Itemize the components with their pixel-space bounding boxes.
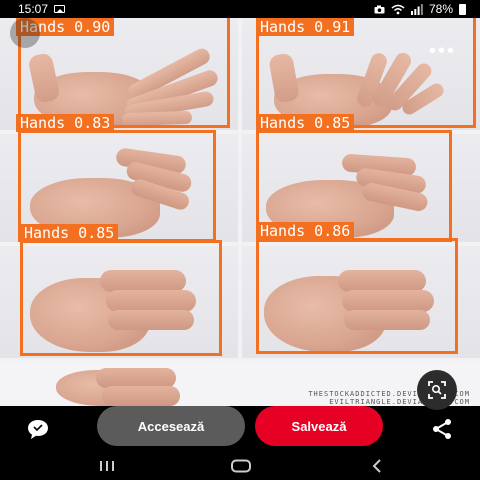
- more-icon[interactable]: •••: [429, 41, 456, 61]
- image-icon: [54, 5, 66, 13]
- signal-icon: [410, 3, 423, 15]
- battery-percent: 78%: [428, 2, 453, 16]
- save-button[interactable]: Salvează: [255, 406, 383, 446]
- visit-button[interactable]: Accesează: [97, 406, 245, 446]
- battery-icon: [459, 3, 466, 15]
- share-icon: [433, 419, 451, 439]
- detection-label: Hands 0.85: [20, 224, 119, 242]
- detection-label: Hands 0.91: [256, 18, 355, 36]
- comment-button[interactable]: [23, 414, 53, 444]
- detection-label: Hands 0.85: [256, 114, 355, 132]
- camera-icon: [374, 5, 385, 13]
- system-nav-bar: [0, 452, 480, 480]
- share-button[interactable]: [427, 414, 457, 444]
- status-time: 15:07: [18, 2, 49, 16]
- visual-search-icon: [428, 381, 446, 399]
- back-button[interactable]: [362, 456, 392, 476]
- detection-label: Hands 0.83: [16, 114, 115, 132]
- detection-box: [20, 240, 222, 356]
- detection-box: [256, 238, 458, 354]
- status-bar: 15:07 78%: [0, 0, 480, 18]
- back-overlay-icon[interactable]: [10, 18, 40, 48]
- recent-apps-button[interactable]: [92, 456, 122, 476]
- wifi-icon: [391, 4, 405, 14]
- image-viewer[interactable]: Hands 0.90 Hands 0.91 Hands 0.83 Hands 0…: [0, 18, 480, 406]
- hand-fist: [56, 364, 186, 406]
- detection-label: Hands 0.86: [256, 222, 355, 240]
- home-icon: [231, 459, 251, 473]
- back-icon: [372, 459, 381, 473]
- recent-apps-icon: [100, 461, 114, 471]
- visual-search-button[interactable]: [417, 370, 457, 410]
- comment-icon: [28, 420, 48, 439]
- home-button[interactable]: [226, 456, 256, 476]
